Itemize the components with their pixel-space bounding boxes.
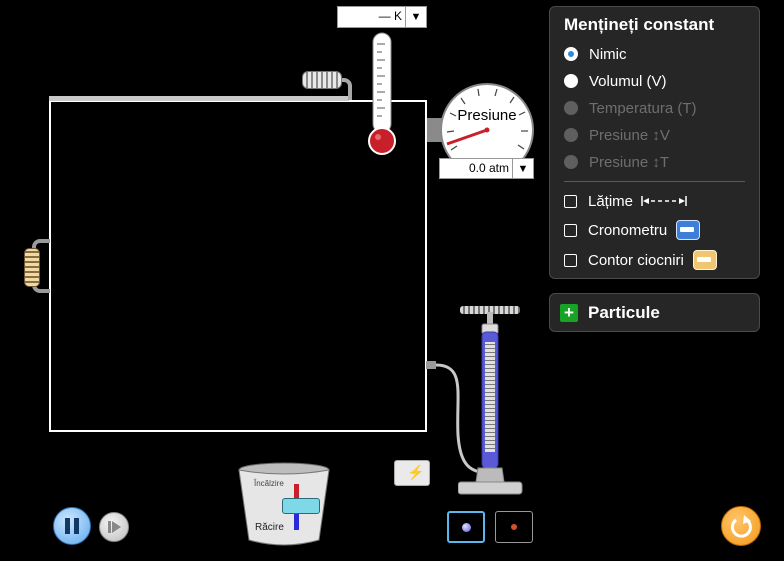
plus-icon[interactable]: + — [560, 304, 578, 322]
light-species-button[interactable] — [495, 511, 533, 543]
pressure-readout: 0.0 atm — [468, 161, 509, 175]
panel-divider — [564, 181, 745, 182]
temperature-units-combo[interactable]: — K ▼ — [337, 6, 427, 28]
erase-particles-button[interactable]: ⚡ — [394, 460, 430, 486]
radio-pressure-t: Presiune ↕T — [564, 152, 669, 172]
checkbox-collision-counter[interactable]: Contor ciocniri — [564, 249, 717, 271]
radio-label: Presiune ↕V — [589, 126, 670, 144]
cool-label: Răcire — [255, 522, 284, 533]
heavy-particle-icon — [462, 523, 471, 532]
pause-icon — [65, 518, 70, 534]
step-forward-button[interactable] — [99, 512, 129, 542]
radio-disabled-icon — [564, 128, 578, 142]
lid-handle[interactable] — [302, 71, 342, 89]
checkbox-label: Contor ciocniri — [588, 251, 684, 269]
radio-temperature: Temperatura (T) — [564, 98, 697, 118]
checkbox-stopwatch[interactable]: Cronometru — [564, 219, 701, 241]
bicycle-pump[interactable] — [457, 302, 524, 498]
checkbox-icon — [564, 194, 577, 208]
radio-disabled-icon — [564, 101, 578, 115]
wall-handle[interactable] — [24, 248, 40, 287]
reset-all-button[interactable] — [721, 506, 761, 546]
panel-title: Mențineți constant — [564, 15, 715, 34]
checkbox-width[interactable]: Lățime — [564, 190, 687, 212]
radio-label: Presiune ↕T — [589, 153, 670, 171]
heat-label: Încălzire — [254, 479, 284, 488]
radio-label: Temperatura (T) — [589, 99, 697, 117]
collision-counter-icon — [692, 250, 717, 270]
particles-panel-title: Particule — [588, 303, 660, 322]
eraser-icon: ⚡ — [407, 464, 425, 480]
pump-icon — [457, 306, 523, 495]
step-forward-icon — [108, 521, 121, 533]
radio-volume[interactable]: Volumul (V) — [564, 71, 667, 91]
heat-cool-slider-thumb[interactable] — [282, 498, 320, 514]
stopwatch-icon — [676, 220, 701, 240]
heavy-species-button[interactable] — [447, 511, 485, 543]
particles-panel[interactable]: + Particule — [549, 293, 760, 332]
pressure-units-combo[interactable]: 0.0 atm ▼ — [439, 158, 534, 179]
pause-button[interactable] — [53, 507, 91, 545]
chevron-down-icon[interactable]: ▼ — [405, 7, 426, 27]
radio-nothing[interactable]: Nimic — [564, 44, 627, 64]
radio-icon — [564, 74, 578, 88]
light-particle-icon — [511, 524, 517, 530]
temperature-readout: — K — [378, 9, 402, 23]
thermometer-icon — [368, 32, 396, 155]
hold-constant-panel: Mențineți constant Nimic Volumul (V) Tem… — [549, 6, 760, 279]
radio-disabled-icon — [564, 155, 578, 169]
width-ruler-icon — [641, 196, 687, 206]
checkbox-label: Cronometru — [588, 221, 668, 239]
checkbox-label: Lățime — [588, 192, 634, 210]
checkbox-icon — [564, 223, 577, 237]
reset-icon — [731, 515, 752, 538]
radio-pressure-v: Presiune ↕V — [564, 125, 670, 145]
checkbox-icon — [564, 253, 577, 267]
gauge-title: Presiune — [457, 107, 517, 124]
chevron-down-icon[interactable]: ▼ — [512, 159, 533, 178]
radio-label: Nimic — [589, 45, 627, 63]
radio-label: Volumul (V) — [589, 72, 667, 90]
radio-selected-icon — [564, 47, 578, 61]
container-lid[interactable] — [49, 96, 349, 101]
